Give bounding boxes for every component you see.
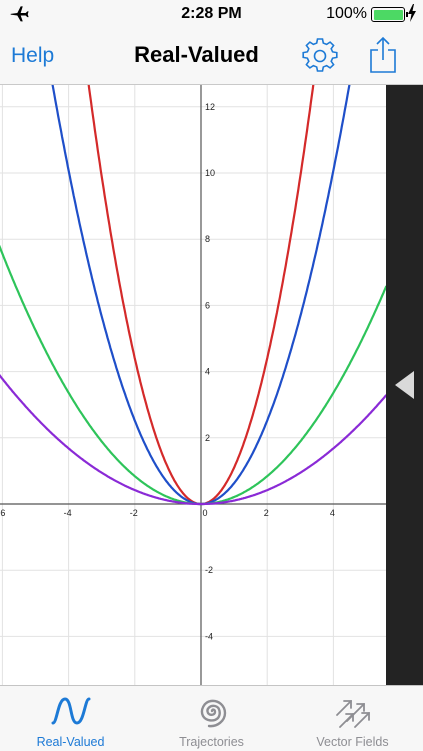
gear-icon[interactable] <box>302 38 338 74</box>
series-line-2 <box>51 85 351 506</box>
series-line-1 <box>87 85 315 506</box>
tab-vector-fields[interactable]: Vector Fields <box>282 686 423 751</box>
y-tick-label: -4 <box>205 631 213 641</box>
charging-bolt-icon <box>408 4 416 22</box>
plot-canvas[interactable]: -6 -4 -2 0 2 4 -4 -2 2 4 6 8 10 12 <box>0 85 386 685</box>
tab-label: Vector Fields <box>316 735 389 749</box>
spiral-icon <box>200 699 226 728</box>
battery-icon <box>371 7 408 22</box>
x-tick-label: -4 <box>64 508 72 518</box>
status-bar: 2:28 PM 100% <box>0 0 423 28</box>
x-tick-label: 4 <box>330 508 335 518</box>
vector-arrows-icon <box>335 700 370 728</box>
y-tick-label: 8 <box>205 234 210 244</box>
share-icon[interactable] <box>368 36 398 74</box>
tab-label: Real-Valued <box>36 735 105 749</box>
x-tick-label: 2 <box>264 508 269 518</box>
tab-bar: Real-Valued Trajectories Vector Fields <box>0 685 423 750</box>
series-line-4 <box>0 374 386 506</box>
tab-real-valued[interactable]: Real-Valued <box>0 686 141 751</box>
side-drawer-handle[interactable] <box>386 85 423 685</box>
y-tick-label: 12 <box>205 102 215 112</box>
expand-left-arrow-icon[interactable] <box>395 371 415 399</box>
nav-bar: Help Real-Valued <box>0 28 423 85</box>
y-tick-label: -2 <box>205 565 213 575</box>
tab-label: Trajectories <box>179 735 244 749</box>
origin-label: 0 <box>202 508 207 518</box>
x-tick-label: -2 <box>130 508 138 518</box>
sine-wave-icon <box>51 697 90 725</box>
y-tick-label: 4 <box>205 367 210 377</box>
tab-trajectories[interactable]: Trajectories <box>141 686 282 751</box>
y-tick-label: 6 <box>205 300 210 310</box>
y-tick-label: 2 <box>205 433 210 443</box>
function-plot[interactable]: -6 -4 -2 0 2 4 -4 -2 2 4 6 8 10 12 <box>0 85 386 685</box>
series-line-3 <box>0 244 386 506</box>
battery-percent: 100% <box>326 5 367 22</box>
x-tick-label: -6 <box>0 508 5 518</box>
y-tick-label: 10 <box>205 168 215 178</box>
